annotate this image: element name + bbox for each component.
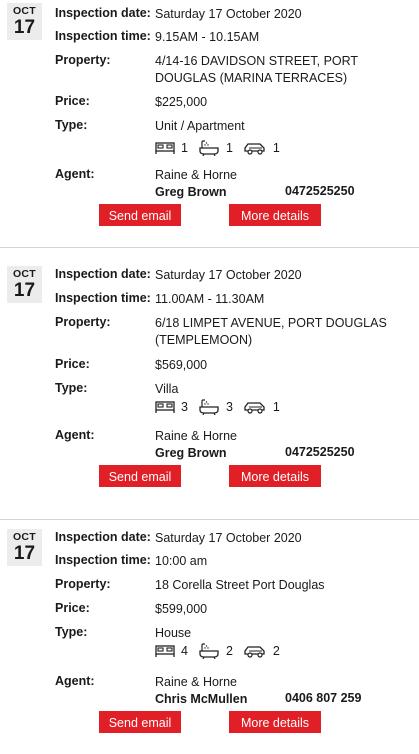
agent-label: Agent: (55, 428, 95, 442)
agent-details: Raine & Horne Greg Brown (155, 167, 410, 200)
price-label: Price: (55, 601, 90, 615)
bedrooms-count: 4 (181, 644, 188, 658)
property-address: 4/14-16 DAVIDSON STREET, PORT DOUGLAS (M… (155, 54, 358, 85)
property-address: 18 Corella Street Port Douglas (155, 578, 325, 592)
bathrooms: 2 (198, 643, 233, 659)
bathrooms: 1 (198, 140, 233, 156)
car-icon (244, 402, 265, 414)
agent-name: Greg Brown (155, 445, 227, 460)
car-spaces: 1 (243, 400, 280, 414)
bathrooms-count: 1 (225, 141, 233, 155)
car-spaces: 2 (243, 644, 280, 658)
property-label: Property: (55, 53, 111, 67)
property-label: Property: (55, 315, 111, 329)
property-features: 4 2 2 (155, 643, 290, 659)
agency-name: Raine & Horne (155, 168, 237, 182)
inspection-time-value: 11.00AM - 11.30AM (155, 292, 265, 306)
date-day: 17 (13, 17, 36, 38)
agent-phone: 0472525250 (285, 184, 355, 198)
agent-phone: 0472525250 (285, 445, 355, 459)
car-spaces: 1 (243, 141, 280, 155)
date-day: 17 (13, 543, 36, 564)
inspection-time-value: 9.15AM - 10.15AM (155, 30, 260, 44)
car-icon (244, 143, 265, 155)
bedrooms-count: 1 (181, 141, 188, 155)
price-label: Price: (55, 357, 90, 371)
bedrooms: 4 (155, 644, 188, 658)
bedrooms-count: 3 (181, 400, 188, 414)
car-spaces-count: 1 (272, 400, 280, 414)
inspection-time-value: 10:00 am (155, 554, 208, 568)
agent-name: Greg Brown (155, 184, 227, 199)
bedrooms: 3 (155, 400, 188, 414)
price-value: $569,000 (155, 358, 208, 372)
date-badge: OCT 17 (7, 266, 42, 303)
type-label: Type: (55, 118, 88, 132)
bathrooms-count: 2 (225, 644, 233, 658)
more-details-button[interactable]: More details (229, 204, 321, 226)
property-features: 3 3 1 (155, 399, 290, 415)
agent-label: Agent: (55, 674, 95, 688)
car-spaces-count: 2 (272, 644, 280, 658)
agent-details: Raine & Horne Chris McMullen (155, 674, 410, 707)
bed-icon (155, 645, 175, 657)
agent-details: Raine & Horne Greg Brown (155, 428, 410, 461)
type-value: House (155, 626, 192, 640)
bed-icon (155, 142, 175, 154)
send-email-button[interactable]: Send email (99, 204, 181, 226)
car-icon (244, 646, 265, 658)
inspection-time-label: Inspection time: (55, 553, 151, 567)
bed-icon (155, 401, 175, 413)
more-details-button[interactable]: More details (229, 711, 321, 733)
price-value: $225,000 (155, 95, 208, 109)
bath-icon (199, 140, 219, 156)
inspection-time-label: Inspection time: (55, 29, 151, 43)
price-value: $599,000 (155, 602, 208, 616)
inspection-date-label: Inspection date: (55, 6, 151, 20)
agency-name: Raine & Horne (155, 429, 237, 443)
agency-name: Raine & Horne (155, 675, 237, 689)
property-label: Property: (55, 577, 111, 591)
send-email-button[interactable]: Send email (99, 465, 181, 487)
bath-icon (199, 643, 219, 659)
date-badge: OCT 17 (7, 529, 42, 566)
bath-icon (199, 399, 219, 415)
price-label: Price: (55, 94, 90, 108)
property-features: 1 1 1 (155, 140, 290, 156)
inspection-time-label: Inspection time: (55, 291, 151, 305)
agent-label: Agent: (55, 167, 95, 181)
bedrooms: 1 (155, 141, 188, 155)
car-spaces-count: 1 (272, 141, 280, 155)
type-value: Villa (155, 382, 179, 396)
property-address: 6/18 LIMPET AVENUE, PORT DOUGLAS (TEMPLE… (155, 316, 387, 347)
inspection-date-label: Inspection date: (55, 530, 151, 544)
more-details-button[interactable]: More details (229, 465, 321, 487)
inspection-card: OCT 17 Inspection date: Saturday 17 Octo… (0, 520, 419, 754)
type-value: Unit / Apartment (155, 119, 245, 133)
bathrooms: 3 (198, 399, 233, 415)
send-email-button[interactable]: Send email (99, 711, 181, 733)
agent-name: Chris McMullen (155, 691, 248, 706)
type-label: Type: (55, 625, 88, 639)
date-day: 17 (13, 280, 36, 301)
inspection-date-value: Saturday 17 October 2020 (155, 531, 302, 545)
agent-phone: 0406 807 259 (285, 691, 362, 705)
inspection-date-label: Inspection date: (55, 267, 151, 281)
date-badge: OCT 17 (7, 3, 42, 40)
inspection-card: OCT 17 Inspection date: Saturday 17 Octo… (0, 0, 419, 248)
inspection-card: OCT 17 Inspection date: Saturday 17 Octo… (0, 248, 419, 520)
inspection-date-value: Saturday 17 October 2020 (155, 268, 302, 282)
bathrooms-count: 3 (225, 400, 233, 414)
inspection-date-value: Saturday 17 October 2020 (155, 7, 302, 21)
type-label: Type: (55, 381, 88, 395)
